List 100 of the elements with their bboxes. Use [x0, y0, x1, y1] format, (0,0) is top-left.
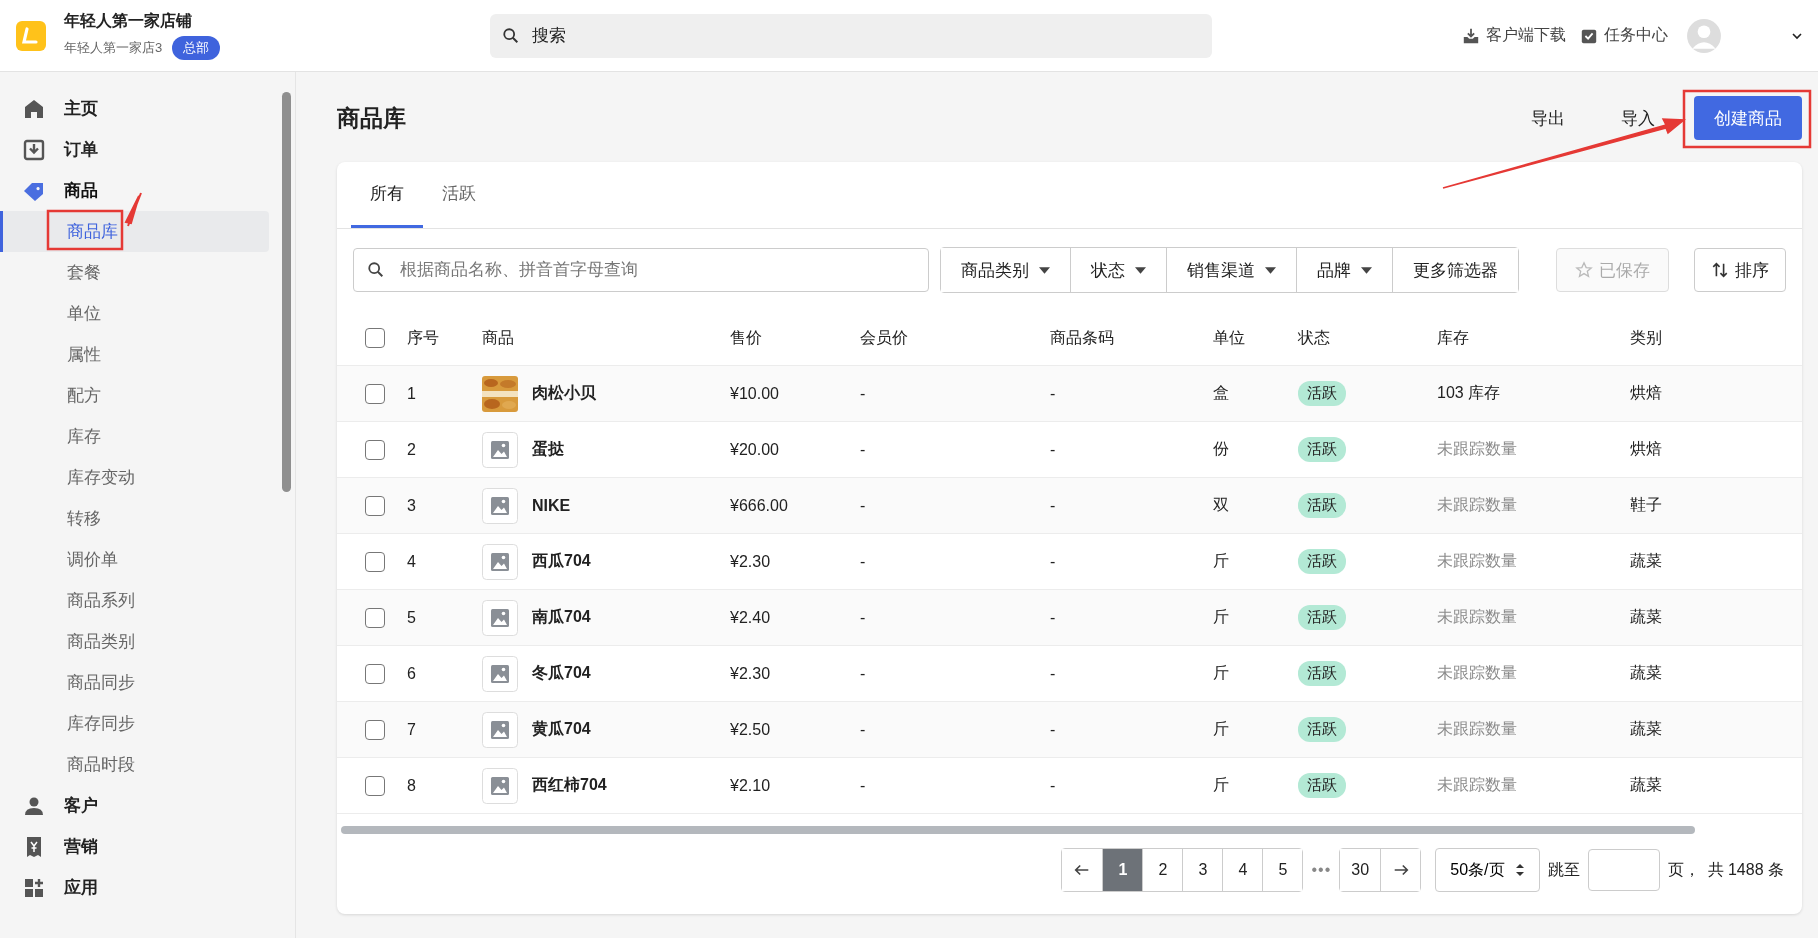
select-all-checkbox[interactable] — [365, 328, 385, 348]
sidebar-subitem[interactable]: 套餐 — [0, 252, 269, 293]
sort-caret-icon — [1514, 863, 1525, 877]
search-icon — [502, 26, 520, 45]
table-cell-text: 份 — [1213, 439, 1229, 459]
status-badge: 活跃 — [1298, 549, 1346, 574]
search-icon — [367, 261, 385, 279]
sidebar-subitem[interactable]: 商品时段 — [0, 744, 269, 785]
sidebar-subitem[interactable]: 调价单 — [0, 539, 269, 580]
table-cell: - — [1050, 776, 1056, 795]
column-header: 序号 — [407, 327, 439, 348]
table-cell-text: 蔬菜 — [1630, 663, 1662, 683]
next-page-button[interactable] — [1380, 849, 1421, 891]
sidebar-subitem[interactable]: 商品类别 — [0, 621, 269, 662]
sidebar-item[interactable]: 商品 — [0, 170, 279, 211]
row-checkbox[interactable] — [365, 775, 385, 796]
status-badge: 活跃 — [1298, 605, 1346, 630]
column-header: 会员价 — [860, 327, 908, 348]
sidebar-subitem[interactable]: 单位 — [0, 293, 269, 334]
table-cell: - — [1050, 384, 1056, 403]
column-header: 类别 — [1630, 327, 1662, 348]
page-size-select[interactable]: 50条/页 — [1435, 848, 1540, 892]
row-checkbox[interactable] — [365, 719, 385, 740]
image-placeholder-icon — [482, 767, 518, 804]
row-checkbox[interactable] — [365, 551, 385, 572]
sidebar-subitem[interactable]: 属性 — [0, 334, 269, 375]
table-cell: 5 — [407, 608, 416, 627]
search-field[interactable]: 搜索 — [490, 13, 1212, 58]
row-checkbox[interactable] — [365, 607, 385, 628]
sort-icon — [1711, 261, 1729, 279]
horizontal-scrollbar[interactable] — [341, 826, 1695, 834]
ellipsis: ••• — [1311, 861, 1332, 879]
table-cell: ¥2.30 — [730, 664, 771, 683]
sidebar-subitem[interactable]: 商品同步 — [0, 662, 269, 703]
sidebar-item[interactable]: 订单 — [0, 129, 279, 170]
product-search-field[interactable]: 根据商品名称、拼音首字母查询 — [353, 248, 929, 292]
export-button[interactable]: 导出 — [1506, 96, 1590, 140]
table-cell: ¥20.00 — [730, 440, 779, 459]
table-cell: - — [860, 776, 866, 795]
sidebar-item[interactable]: 应用 — [0, 867, 279, 908]
sort-button[interactable]: 排序 — [1694, 248, 1786, 292]
page-unit-label: 页， — [1667, 859, 1700, 880]
create-product-button[interactable]: 创建商品 — [1694, 96, 1802, 140]
tab[interactable]: 活跃 — [423, 162, 495, 228]
table-cell-text: 未跟踪数量 — [1437, 551, 1517, 571]
table-cell-text: 未跟踪数量 — [1437, 663, 1517, 683]
page-button[interactable]: 5 — [1262, 849, 1303, 891]
sidebar-item[interactable]: 客户 — [0, 785, 279, 826]
product-name[interactable]: 南瓜704 — [532, 607, 591, 628]
sidebar-subitem[interactable]: 商品库 — [0, 211, 269, 252]
row-checkbox[interactable] — [365, 495, 385, 516]
table-cell-text: 蔬菜 — [1630, 775, 1662, 795]
sidebar-item[interactable]: 主页 — [0, 88, 279, 129]
product-name[interactable]: 黄瓜704 — [532, 719, 591, 740]
table-cell: - — [860, 608, 866, 627]
table-cell: ¥666.00 — [730, 496, 788, 515]
column-header: 售价 — [730, 327, 762, 348]
star-icon — [1575, 261, 1593, 279]
table-cell: - — [860, 440, 866, 459]
page-button[interactable]: 1 — [1102, 849, 1143, 891]
column-header: 状态 — [1298, 327, 1330, 348]
store-name: 年轻人第一家店铺 — [64, 11, 193, 31]
row-checkbox[interactable] — [365, 663, 385, 684]
sidebar-subitem[interactable]: 库存 — [0, 416, 269, 457]
page-title: 商品库 — [337, 103, 406, 133]
product-name[interactable]: 冬瓜704 — [532, 663, 591, 684]
sidebar-subitem[interactable]: 转移 — [0, 498, 269, 539]
table-cell-text: 双 — [1213, 495, 1229, 515]
product-name[interactable]: 肉松小贝 — [532, 383, 596, 404]
scrollbar-thumb[interactable] — [282, 92, 291, 492]
header-link[interactable]: 客户端下载 — [1462, 25, 1566, 46]
image-placeholder-icon — [482, 431, 518, 468]
import-button[interactable]: 导入 — [1596, 96, 1680, 140]
sidebar-subitem[interactable]: 库存同步 — [0, 703, 269, 744]
table-cell: - — [860, 496, 866, 515]
header-link[interactable]: 任务中心 — [1580, 25, 1668, 46]
table-cell: 7 — [407, 720, 416, 739]
row-checkbox[interactable] — [365, 439, 385, 460]
product-name[interactable]: 西瓜704 — [532, 551, 591, 572]
table-cell: - — [1050, 664, 1056, 683]
product-name[interactable]: 西红柿704 — [532, 775, 607, 796]
product-name[interactable]: NIKE — [532, 496, 571, 515]
table-cell: 2 — [407, 440, 416, 459]
table-cell-text: 103 库存 — [1437, 383, 1501, 403]
sidebar-item[interactable]: 营销 — [0, 826, 279, 867]
tab[interactable]: 所有 — [351, 162, 423, 228]
column-header: 单位 — [1213, 327, 1245, 348]
sidebar-subitem[interactable]: 库存变动 — [0, 457, 269, 498]
sidebar-subitem[interactable]: 配方 — [0, 375, 269, 416]
status-badge: 活跃 — [1298, 437, 1346, 462]
page-input[interactable] — [1587, 849, 1660, 891]
column-header: 商品条码 — [1050, 327, 1114, 348]
status-badge: 活跃 — [1298, 773, 1346, 798]
filter-dropdown[interactable]: 更多筛选器 — [1392, 248, 1518, 292]
row-checkbox[interactable] — [365, 383, 385, 404]
product-name[interactable]: 蛋挞 — [532, 439, 564, 460]
table-cell-text: 烘焙 — [1630, 383, 1662, 403]
caret-icon[interactable] — [1792, 30, 1802, 41]
sidebar-subitem[interactable]: 商品系列 — [0, 580, 269, 621]
table-cell: 6 — [407, 664, 416, 683]
